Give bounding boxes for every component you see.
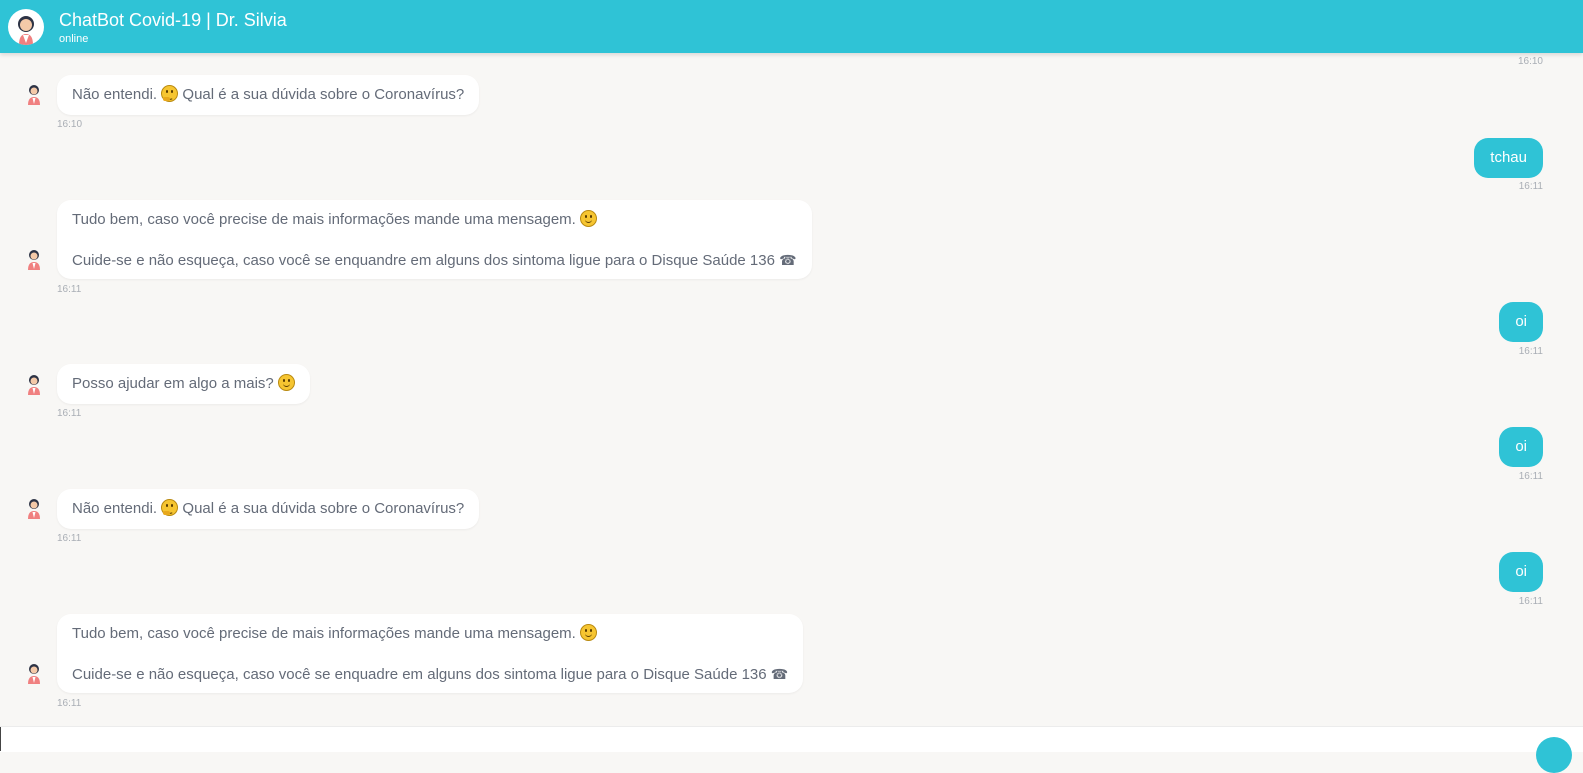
message-timestamp: 16:10 [1517,56,1543,67]
message-timestamp: 16:11 [57,284,82,295]
user-message: oi [1499,552,1543,592]
chat-header: ChatBot Covid-19 | Dr. Silvia online [0,0,1583,53]
phone-icon: ☎ [770,666,789,682]
message-timestamp: 16:11 [1518,596,1543,607]
message-text: Não entendi. [72,86,158,103]
smiley-icon [277,374,295,391]
message-text: Qual é a sua dúvida sobre o Coronavírus? [182,500,465,517]
message-text: Cuide-se e não esqueça, caso você se enq… [72,252,775,269]
bot-avatar [28,664,40,684]
message-text: Qual é a sua dúvida sobre o Coronavírus? [182,86,465,103]
message-timestamp: 16:11 [1518,346,1543,357]
doctor-avatar[interactable] [8,9,44,45]
message-text: Não entendi. [72,500,158,517]
online-status: online [59,33,89,45]
message-timestamp: 16:10 [57,119,83,130]
bot-avatar [28,499,40,519]
smiley-icon [580,210,598,227]
bot-message: Não entendi. Qual é a sua dúvida sobre o… [57,489,480,529]
user-message: oi [1499,427,1543,467]
thinking-face-icon [161,499,179,516]
bot-avatar [28,250,40,270]
message-composer [0,726,1583,773]
phone-icon: ☎ [779,252,797,268]
message-timestamp: 16:11 [57,698,82,709]
bot-message: Posso ajudar em algo a mais? [57,364,310,404]
message-input[interactable] [0,727,1520,751]
message-text: Posso ajudar em algo a mais? [72,375,274,392]
bot-message: Não entendi. Qual é a sua dúvida sobre o… [57,75,480,115]
message-timestamp: 16:11 [57,408,82,419]
message-timestamp: 16:11 [1518,471,1543,482]
message-text: Tudo bem, caso você precise de mais info… [72,625,576,642]
thinking-face-icon [161,85,179,102]
message-list[interactable]: 16:10 Não entendi. Qual é a sua dúvida s… [0,53,1583,726]
message-timestamp: 16:11 [1518,181,1543,192]
chat-title: ChatBot Covid-19 | Dr. Silvia [59,10,287,30]
bot-avatar [28,85,40,105]
message-text: Cuide-se e não esqueça, caso você se enq… [72,666,767,683]
message-text: Tudo bem, caso você precise de mais info… [72,211,576,228]
user-message: tchau [1474,138,1543,178]
message-timestamp: 16:11 [57,533,82,544]
send-button[interactable] [1536,737,1572,773]
bot-message: Tudo bem, caso você precise de mais info… [57,200,812,279]
bot-avatar [28,375,40,395]
smiley-icon [580,624,598,641]
user-message: oi [1499,302,1543,342]
bot-message: Tudo bem, caso você precise de mais info… [57,614,804,693]
